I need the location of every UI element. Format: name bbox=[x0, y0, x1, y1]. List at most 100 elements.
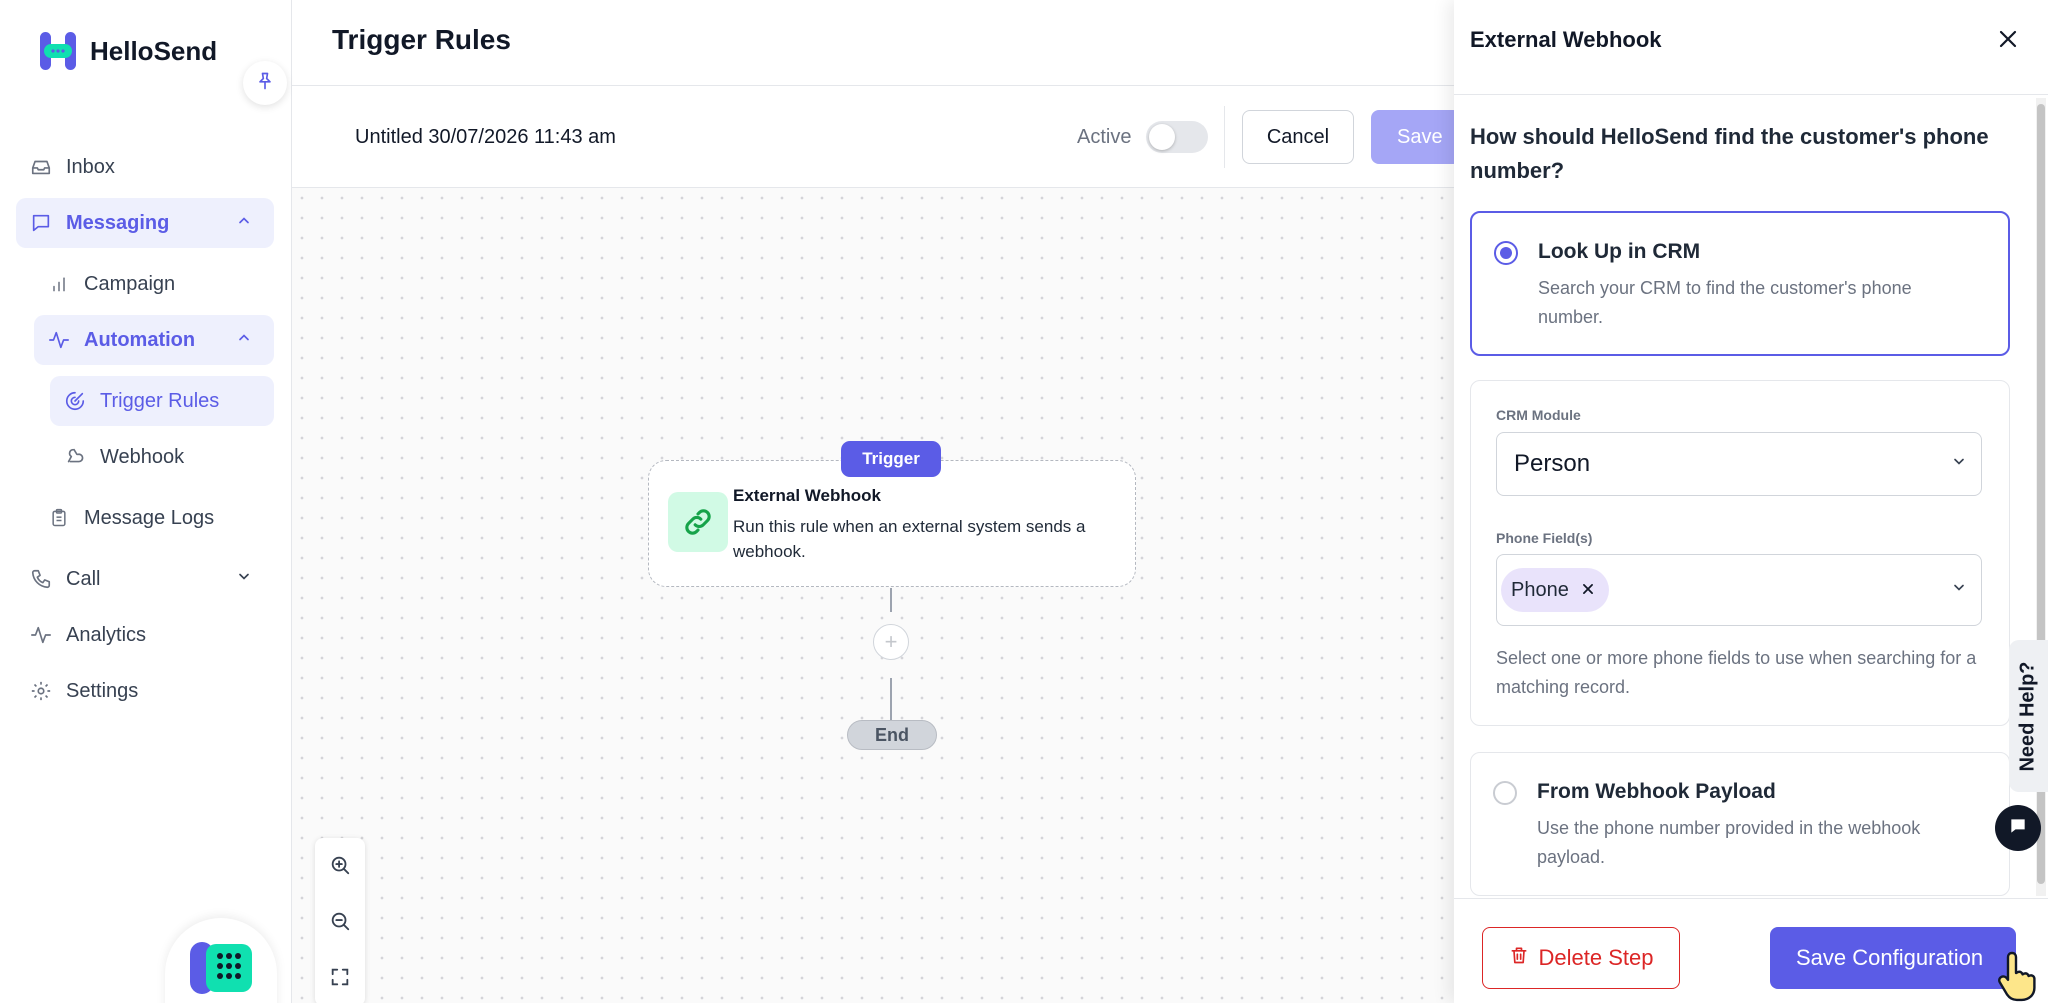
zoom-controls bbox=[315, 838, 365, 1003]
bar-chart-icon bbox=[48, 273, 70, 295]
rule-name[interactable]: Untitled 30/07/2026 11:43 am bbox=[355, 126, 616, 149]
app-name: HelloSend bbox=[90, 35, 218, 66]
crm-module-label: CRM Module bbox=[1496, 407, 1581, 423]
close-icon bbox=[1996, 27, 2020, 56]
end-node: End bbox=[847, 720, 937, 750]
dialpad-icon bbox=[188, 942, 254, 1003]
sidebar: HelloSend Inbox Messaging Campaign Autom… bbox=[0, 0, 292, 1003]
sidebar-item-label: Message Logs bbox=[84, 506, 215, 529]
sidebar-item-label: Inbox bbox=[66, 155, 115, 178]
sidebar-item-label: Messaging bbox=[66, 211, 170, 234]
pin-sidebar-button[interactable] bbox=[243, 61, 287, 105]
trigger-node[interactable]: External Webhook Run this rule when an e… bbox=[648, 460, 1136, 587]
phone-fields-help-text: Select one or more phone fields to use w… bbox=[1496, 648, 1977, 697]
toggle-knob bbox=[1149, 124, 1175, 150]
option-description: Use the phone number provided in the web… bbox=[1537, 818, 1921, 867]
trigger-node-title: External Webhook bbox=[733, 486, 881, 505]
sidebar-item-analytics[interactable]: Analytics bbox=[16, 610, 274, 660]
step-config-panel: External Webhook How should HelloSend fi… bbox=[1454, 0, 2048, 1003]
sidebar-item-label: Analytics bbox=[66, 623, 147, 646]
app-logo[interactable]: HelloSend bbox=[40, 30, 217, 72]
save-button[interactable]: Save bbox=[1371, 110, 1461, 164]
sidebar-item-trigger-rules[interactable]: Trigger Rules bbox=[50, 376, 274, 426]
radio-look-up-in-crm[interactable] bbox=[1494, 241, 1518, 265]
webhook-icon bbox=[64, 446, 86, 468]
crm-module-select[interactable]: Person bbox=[1496, 432, 1982, 496]
option-from-webhook-payload[interactable]: From Webhook Payload Use the phone numbe… bbox=[1470, 752, 2010, 896]
chat-bubble-icon bbox=[2008, 816, 2028, 841]
page-title: Trigger Rules bbox=[332, 24, 511, 55]
chat-support-button[interactable] bbox=[1995, 805, 2041, 851]
trash-icon bbox=[1509, 944, 1529, 972]
chat-icon bbox=[30, 212, 52, 234]
connector-line bbox=[890, 678, 892, 720]
sidebar-item-label: Settings bbox=[66, 679, 139, 702]
radio-from-webhook-payload[interactable] bbox=[1493, 781, 1517, 805]
zoom-out-button[interactable] bbox=[315, 898, 365, 948]
hellosend-logo-icon bbox=[40, 30, 76, 72]
sidebar-item-label: Automation bbox=[84, 328, 196, 351]
option-title: From Webhook Payload bbox=[1537, 780, 1776, 803]
chevron-up-icon bbox=[236, 212, 252, 235]
chevron-down-icon bbox=[1951, 454, 1967, 475]
add-step-button[interactable]: + bbox=[873, 624, 909, 660]
sidebar-item-webhook[interactable]: Webhook bbox=[50, 432, 274, 482]
sidebar-item-campaign[interactable]: Campaign bbox=[34, 259, 274, 309]
phone-icon bbox=[30, 568, 52, 590]
active-toggle[interactable] bbox=[1146, 121, 1208, 153]
sidebar-item-messaging[interactable]: Messaging bbox=[16, 198, 274, 248]
remove-chip-icon[interactable] bbox=[1581, 579, 1595, 602]
sidebar-item-message-logs[interactable]: Message Logs bbox=[34, 493, 274, 543]
phone-fields-select[interactable]: Phone bbox=[1496, 554, 1982, 626]
sidebar-item-label: Webhook bbox=[100, 445, 185, 468]
chevron-down-icon bbox=[236, 568, 252, 591]
activity-icon bbox=[30, 624, 52, 646]
crm-module-value: Person bbox=[1514, 450, 1591, 477]
need-help-tab[interactable]: Need Help? bbox=[2009, 640, 2048, 792]
gear-icon bbox=[30, 680, 52, 702]
zoom-in-icon bbox=[329, 854, 351, 881]
trigger-badge: Trigger bbox=[841, 441, 941, 477]
option-look-up-in-crm[interactable]: Look Up in CRM Search your CRM to find t… bbox=[1470, 211, 2010, 356]
chevron-down-icon bbox=[1951, 580, 1967, 601]
option-title: Look Up in CRM bbox=[1538, 240, 1701, 263]
sidebar-item-label: Call bbox=[66, 567, 101, 590]
panel-title: External Webhook bbox=[1470, 27, 1662, 52]
fit-view-button[interactable] bbox=[315, 954, 365, 1003]
flow-canvas[interactable]: External Webhook Run this rule when an e… bbox=[292, 188, 1454, 1003]
rule-toolbar: Untitled 30/07/2026 11:43 am Active Canc… bbox=[292, 86, 1461, 188]
panel-header: External Webhook bbox=[1454, 0, 2048, 95]
panel-footer: Delete Step Save Configuration bbox=[1454, 898, 2048, 1003]
sidebar-item-inbox[interactable]: Inbox bbox=[16, 142, 274, 192]
activity-icon bbox=[48, 329, 70, 351]
sidebar-item-label: Trigger Rules bbox=[100, 389, 220, 412]
close-panel-button[interactable] bbox=[1991, 24, 2025, 58]
phone-lookup-question: How should HelloSend find the customer's… bbox=[1470, 124, 1989, 183]
dialer-widget[interactable] bbox=[165, 918, 277, 1003]
sidebar-item-label: Campaign bbox=[84, 272, 176, 295]
save-configuration-button[interactable]: Save Configuration bbox=[1770, 927, 2016, 989]
clipboard-icon bbox=[48, 507, 70, 529]
zoom-out-icon bbox=[329, 910, 351, 937]
phone-fields-label: Phone Field(s) bbox=[1496, 530, 1593, 546]
hand-pointer-cursor-icon bbox=[1994, 947, 2048, 1003]
trigger-node-description: Run this rule when an external system se… bbox=[733, 517, 1086, 561]
connector-line bbox=[890, 588, 892, 612]
crm-settings: CRM Module Person Phone Field(s) Phone S… bbox=[1470, 380, 2010, 726]
link-icon bbox=[668, 492, 728, 552]
inbox-icon bbox=[30, 156, 52, 178]
need-help-label: Need Help? bbox=[2017, 660, 2039, 772]
delete-step-button[interactable]: Delete Step bbox=[1482, 927, 1680, 989]
sidebar-item-settings[interactable]: Settings bbox=[16, 666, 274, 716]
fullscreen-icon bbox=[329, 966, 351, 993]
toolbar-divider bbox=[1224, 106, 1225, 168]
active-label: Active bbox=[1077, 126, 1132, 148]
target-icon bbox=[64, 390, 86, 412]
sidebar-item-call[interactable]: Call bbox=[16, 554, 274, 604]
cancel-button[interactable]: Cancel bbox=[1242, 110, 1354, 164]
pin-icon bbox=[255, 71, 275, 96]
sidebar-item-automation[interactable]: Automation bbox=[34, 315, 274, 365]
chip-label: Phone bbox=[1511, 578, 1569, 601]
chevron-up-icon bbox=[236, 329, 252, 352]
zoom-in-button[interactable] bbox=[315, 842, 365, 892]
